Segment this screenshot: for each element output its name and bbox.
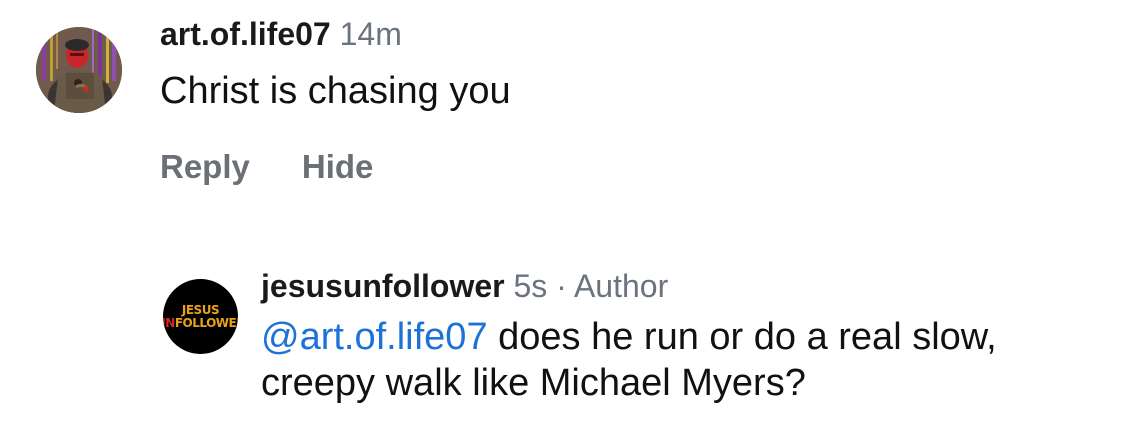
comment-text-line-1: @art.of.life07 does he run or do a real …: [261, 316, 997, 358]
avatar-photo: [36, 27, 122, 113]
comment-body: art.of.life07 14m Christ is chasing you …: [160, 14, 511, 186]
comment-text: @art.of.life07 does he run or do a real …: [261, 314, 997, 406]
author-badge: Author: [573, 268, 669, 304]
hide-button[interactable]: Hide: [302, 148, 374, 186]
comment-actions: Reply Hide: [160, 148, 511, 186]
separator-dot: ·: [556, 268, 567, 304]
jesus-unfollower-logo: JESUS UNFOLLOWER: [163, 302, 238, 330]
username[interactable]: art.of.life07: [160, 16, 331, 52]
mention-link[interactable]: @art.of.life07: [261, 316, 488, 358]
avatar[interactable]: JESUS UNFOLLOWER: [163, 279, 238, 354]
comment-meta: art.of.life07 14m: [160, 14, 511, 54]
comment-text: Christ is chasing you: [160, 70, 511, 112]
timestamp: 5s: [513, 268, 548, 304]
username[interactable]: jesusunfollower: [261, 268, 505, 304]
comment-meta: jesusunfollower 5s · Author: [261, 266, 997, 306]
reply-button[interactable]: Reply: [160, 148, 250, 186]
comment-body: jesusunfollower 5s · Author @art.of.life…: [261, 266, 997, 406]
comment-text-line-2: creepy walk like Michael Myers?: [261, 362, 806, 404]
avatar[interactable]: [36, 27, 122, 113]
timestamp: 14m: [339, 16, 402, 52]
